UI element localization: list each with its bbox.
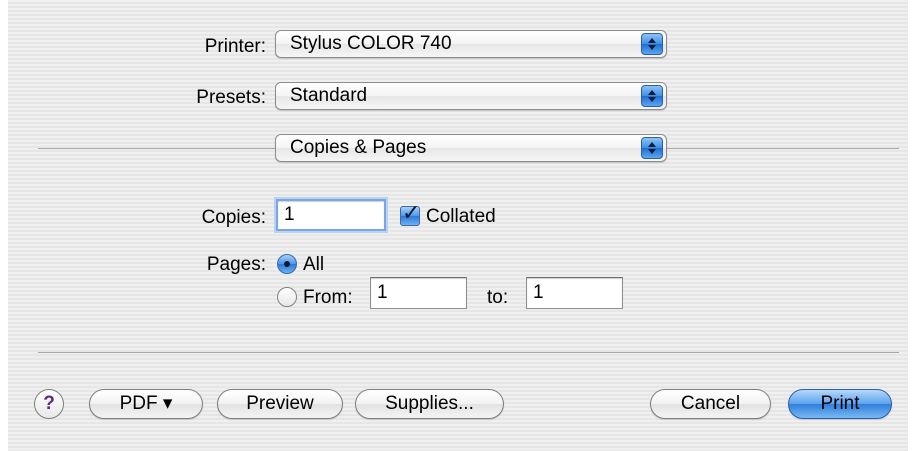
copies-input[interactable] — [276, 199, 386, 231]
panel-popup-value: Copies & Pages — [290, 137, 427, 158]
bottom-separator — [38, 352, 899, 353]
pages-from-input[interactable] — [370, 277, 467, 309]
presets-label: Presets: — [196, 87, 266, 108]
preview-button[interactable]: Preview — [217, 389, 343, 419]
print-button[interactable]: Print — [788, 389, 892, 419]
copies-label: Copies: — [201, 207, 266, 228]
separator-right — [667, 148, 899, 149]
presets-popup[interactable]: Standard — [275, 82, 667, 110]
cancel-button[interactable]: Cancel — [650, 389, 771, 419]
print-dialog: Printer: Stylus COLOR 740 Presets: Stand… — [8, 0, 908, 451]
printer-label: Printer: — [204, 36, 266, 57]
checkmark-icon: ✓ — [402, 200, 421, 225]
radio-dot-icon — [284, 261, 290, 267]
pages-from-radio[interactable] — [277, 287, 297, 307]
popup-arrows-icon — [641, 33, 663, 55]
pages-to-label: to: — [487, 287, 509, 308]
pages-to-input[interactable] — [526, 277, 623, 309]
presets-popup-value: Standard — [290, 85, 368, 106]
popup-arrows-icon — [641, 137, 663, 159]
pdf-button[interactable]: PDF ▾ — [89, 389, 203, 419]
panel-popup[interactable]: Copies & Pages — [275, 134, 667, 162]
printer-popup-value: Stylus COLOR 740 — [290, 33, 452, 54]
separator-left — [38, 148, 275, 149]
printer-popup[interactable]: Stylus COLOR 740 — [275, 30, 667, 58]
pages-all-label: All — [303, 254, 325, 275]
popup-arrows-icon — [641, 85, 663, 107]
help-button[interactable]: ? — [34, 389, 64, 419]
pages-label: Pages: — [206, 254, 266, 275]
supplies-button[interactable]: Supplies... — [355, 389, 504, 419]
collated-checkbox[interactable]: ✓ — [400, 200, 420, 226]
pages-from-label: From: — [303, 287, 353, 308]
collated-label: Collated — [426, 206, 496, 227]
pages-all-radio[interactable] — [277, 254, 297, 274]
